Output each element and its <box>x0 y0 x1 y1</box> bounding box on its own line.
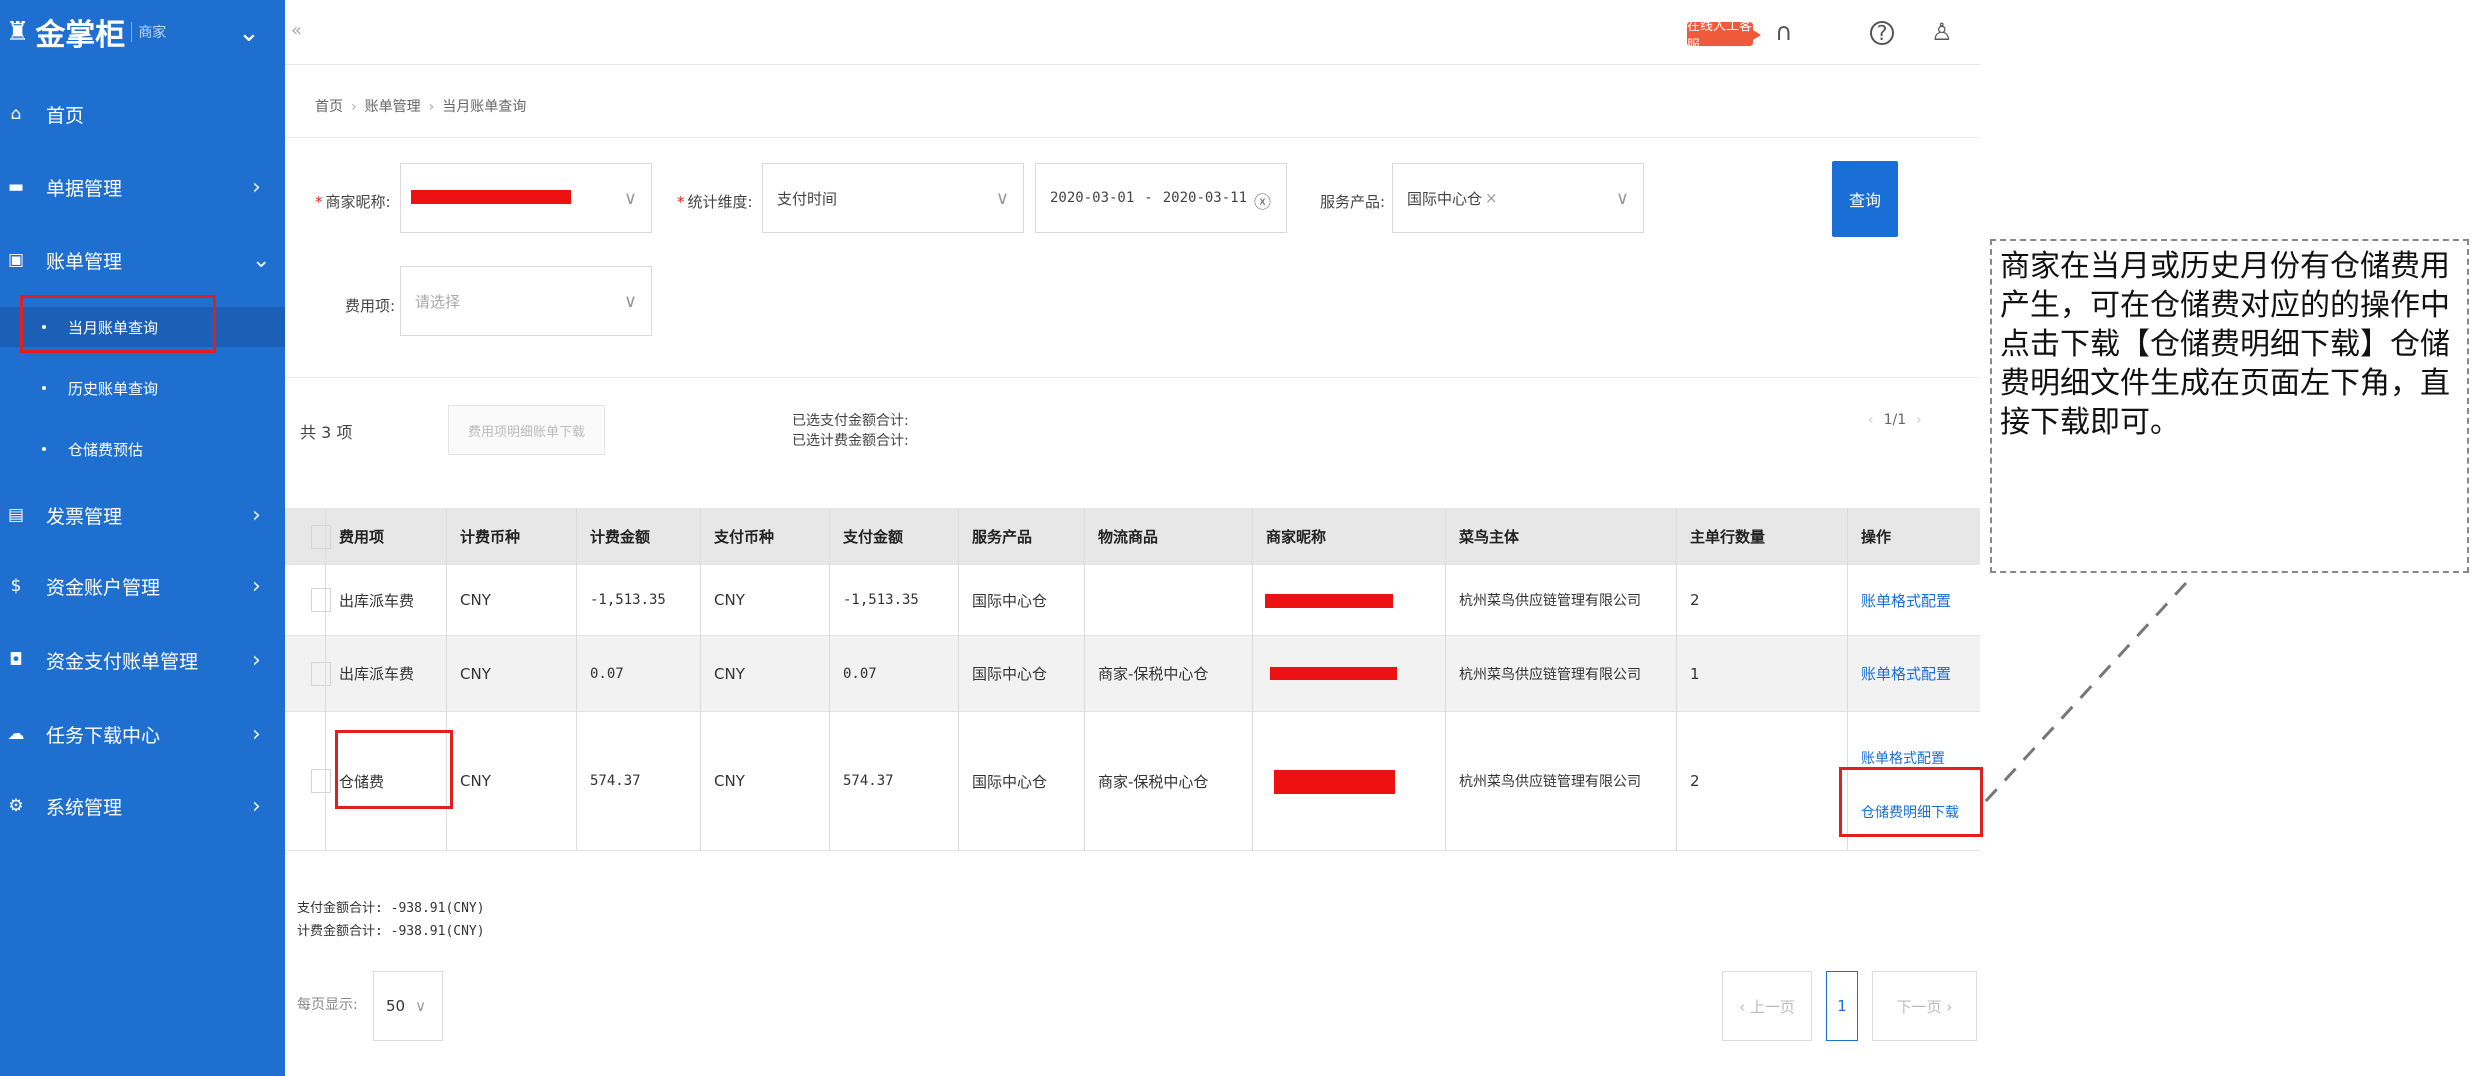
annotation-callout: 商家在当月或历史月份有仓储费用产生，可在仓储费对应的的操作中点击下载【仓储费明细… <box>1990 239 2469 573</box>
